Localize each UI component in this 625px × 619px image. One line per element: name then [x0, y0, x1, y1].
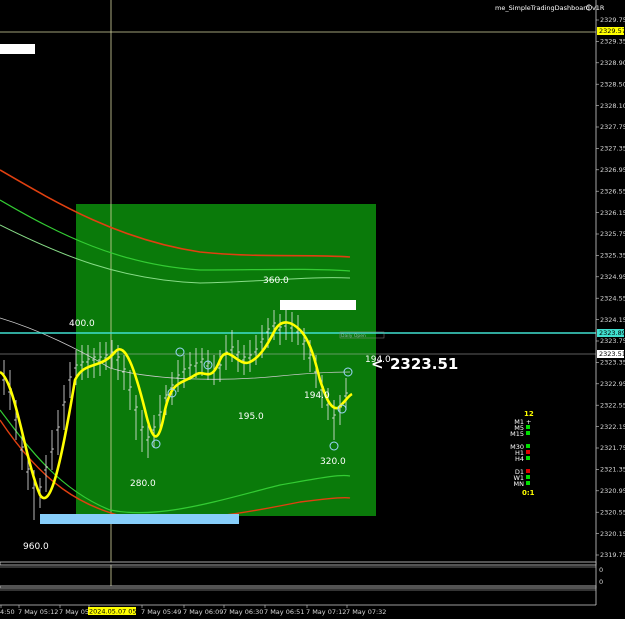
timeframe-status-square — [526, 444, 530, 448]
time-tick-label: 7 May 06:51 — [264, 608, 304, 616]
price-tick-label: 2319.75 — [600, 551, 625, 559]
vol-label: 400.0 — [69, 319, 95, 329]
timeframe-status-square — [526, 469, 530, 473]
price-tick-label: 2320.95 — [600, 487, 625, 495]
time-tick-label: 7 May 06:30 — [223, 608, 263, 616]
dashboard-count: 12 — [524, 410, 534, 418]
white-box-top-left — [0, 44, 35, 54]
vol-label: 360.0 — [263, 276, 289, 286]
subwindow-separator[interactable] — [0, 585, 597, 589]
price-tick-label: 2324.95 — [600, 273, 625, 281]
vol-label: 280.0 — [130, 479, 156, 489]
time-tick-label: 7 May 07:12 — [306, 608, 346, 616]
price-tick-label: 2324.15 — [600, 316, 625, 324]
price-tick-label: 2325.35 — [600, 252, 625, 260]
timeframe-label: H4 — [515, 455, 524, 463]
price-tick-label: 2323.75 — [600, 337, 625, 345]
price-tick-label: 2326.15 — [600, 209, 625, 217]
subwindow-scale-bottom: 0 — [599, 578, 603, 586]
price-tick-label: 2329.75 — [600, 16, 625, 24]
white-box-zone — [280, 300, 356, 310]
time-tick-label: 7 May 06:09 — [183, 608, 223, 616]
light-blue-box — [40, 514, 239, 524]
price-tick-label: 2329.35 — [600, 38, 625, 46]
price-tick-label: 2321.35 — [600, 466, 625, 474]
vol-label: 320.0 — [320, 457, 346, 467]
timeframe-label: M15 — [510, 430, 524, 438]
time-tick-label: 7 May 05:49 — [141, 608, 181, 616]
price-tick-label: 2325.75 — [600, 230, 625, 238]
subwindow-scale-top: 0 — [599, 566, 603, 574]
price-tick-label: 2326.95 — [600, 166, 625, 174]
price-tick-label: 2322.15 — [600, 423, 625, 431]
price-tick-label: 2320.15 — [600, 530, 625, 538]
price-tick-label: 2326.55 — [600, 187, 625, 195]
price-tick-label: 2327.35 — [600, 145, 625, 153]
price-tick-label: 2322.95 — [600, 380, 625, 388]
timeframe-state: + — [526, 418, 531, 426]
timeframe-status-square — [526, 456, 530, 460]
timeframe-status-square — [526, 431, 530, 435]
price-tick-label: 2321.75 — [600, 444, 625, 452]
price-tick-label: 2324.55 — [600, 294, 625, 302]
subwindow-separator[interactable] — [0, 561, 597, 566]
current-price-tag-text: 2323.51 — [599, 350, 625, 358]
time-cursor-label: 2024.05.07 05:35 — [89, 608, 147, 616]
price-tick-label: 2327.75 — [600, 123, 625, 131]
top-price-tag-text: 2329.57 — [599, 27, 625, 35]
price-chart[interactable]: 400.0 360.0 195.0 194.0 280.0 320.0 960.… — [0, 0, 625, 619]
timeframe-status-square — [526, 450, 530, 454]
price-tick-label: 2328.50 — [600, 80, 625, 88]
price-tick-label: 2328.10 — [600, 102, 625, 110]
timeframe-status-square — [526, 425, 530, 429]
price-tick-label: 2323.35 — [600, 359, 625, 367]
time-tick-label: 7 May 07:32 — [346, 608, 386, 616]
time-tick-label: 7 May 05 — [59, 608, 89, 616]
time-tick-label: 7 May 05:12 — [18, 608, 58, 616]
price-tick-label: 2322.55 — [600, 401, 625, 409]
timeframe-status-square — [526, 475, 530, 479]
price-tick-label: 2328.90 — [600, 59, 625, 67]
vol-label: 195.0 — [238, 412, 264, 422]
timeframe-label: MN — [514, 480, 525, 488]
big-price-label: 2323.51 — [390, 355, 458, 373]
vol-label: 960.0 — [23, 542, 49, 552]
dashboard-ratio: 0:1 — [522, 489, 535, 497]
big-arrow: < — [371, 355, 384, 373]
timeframe-status-square — [526, 481, 530, 485]
price-tick-label: 2320.55 — [600, 508, 625, 516]
daily-open-label: Daily Open — [341, 333, 366, 339]
time-tick-label: 4:50 — [0, 608, 15, 616]
vol-label: 194.0 — [304, 391, 330, 401]
cyan-price-tag-text: 2323.89 — [599, 329, 625, 337]
